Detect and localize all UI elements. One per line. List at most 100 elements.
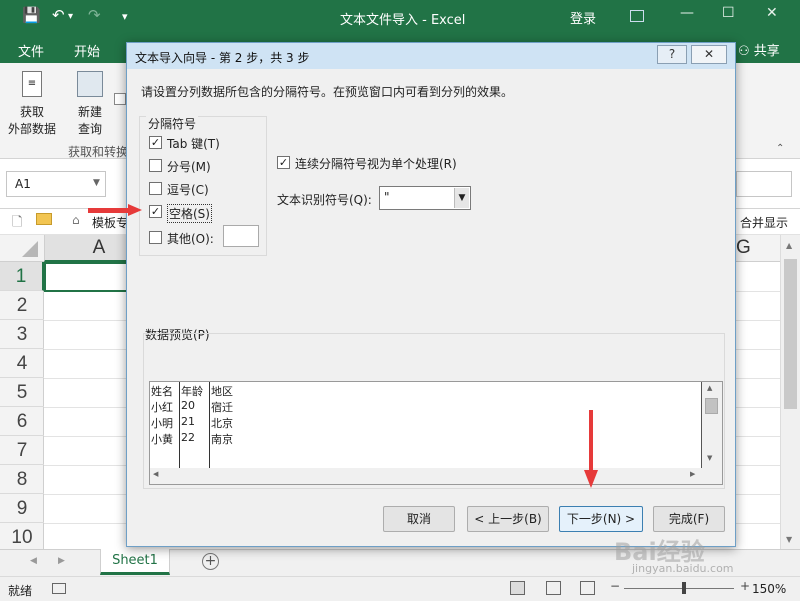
preview-cell: 小黄 [151, 433, 173, 446]
chevron-down-icon[interactable]: ▼ [93, 178, 100, 188]
text-qualifier-label: 文本识别符号(Q): [277, 193, 372, 207]
save-icon[interactable]: 💾 [22, 6, 41, 24]
space-checkbox[interactable]: ✓ [149, 205, 162, 218]
merge-display-link[interactable]: 合并显示 [740, 214, 788, 231]
row-header-9[interactable]: 9 [0, 494, 44, 523]
zoom-slider[interactable] [624, 588, 734, 589]
back-button[interactable]: < 上一步(B) [467, 506, 549, 532]
consecutive-checkbox[interactable]: ✓ [277, 156, 290, 169]
login-link[interactable]: 登录 [570, 8, 596, 27]
zoom-level[interactable]: 150% [752, 582, 786, 596]
text-qualifier-value: " [384, 190, 390, 204]
next-button[interactable]: 下一步(N) > [559, 506, 643, 532]
select-all-icon[interactable] [22, 241, 38, 257]
dialog-title: 文本导入向导 - 第 2 步，共 3 步 [135, 51, 310, 65]
page-break-icon[interactable] [580, 581, 595, 595]
tab-label[interactable]: Tab 键(T) [167, 135, 220, 152]
data-preview-table: 姓名 年龄 地区 小红 20 宿迁 小明 21 北京 小黄 22 南京 [150, 382, 702, 468]
row-header-2[interactable]: 2 [0, 291, 44, 320]
preview-hscroll[interactable]: ◀ ▶ [150, 468, 722, 484]
semicolon-label[interactable]: 分号(M) [167, 158, 211, 175]
preview-cell: 小红 [151, 401, 173, 414]
scroll-up-icon[interactable]: ▲ [707, 384, 712, 392]
row-header-6[interactable]: 6 [0, 407, 44, 436]
semicolon-checkbox[interactable] [149, 159, 162, 172]
space-label[interactable]: 空格(S) [167, 204, 212, 223]
other-checkbox[interactable] [149, 231, 162, 244]
table-small-icon[interactable] [114, 93, 126, 105]
dialog-close-button[interactable]: ✕ [691, 45, 727, 64]
chevron-down-icon[interactable]: ▼ [454, 188, 469, 208]
normal-view-icon[interactable] [510, 581, 525, 595]
name-box[interactable]: A1 ▼ [6, 171, 106, 197]
row-header-5[interactable]: 5 [0, 378, 44, 407]
add-sheet-icon[interactable]: + [202, 553, 219, 570]
other-delimiter-input[interactable] [223, 225, 259, 247]
file-icon[interactable]: 🗋 [12, 213, 22, 235]
row-header-3[interactable]: 3 [0, 320, 44, 349]
delimiter-group-label: 分隔符号 [146, 115, 199, 132]
zoom-out-icon[interactable]: − [610, 579, 620, 593]
preview-cell: 地区 [211, 385, 233, 398]
maximize-icon[interactable]: ☐ [722, 5, 735, 21]
vertical-scrollbar[interactable]: ▲ ▼ [780, 235, 800, 549]
comma-label[interactable]: 逗号(C) [167, 181, 209, 198]
minimize-icon[interactable]: — [680, 5, 694, 21]
new-query-button[interactable]: 新建 查询 [66, 69, 114, 139]
column-header-g[interactable]: G [736, 235, 780, 262]
redo-icon: ↷ [88, 6, 101, 24]
status-ready: 就绪 [8, 584, 33, 598]
person-icon: ⚇ [738, 44, 750, 59]
finish-button[interactable]: 完成(F) [653, 506, 725, 532]
annotation-arrow-shaft-down [589, 410, 593, 472]
scroll-left-icon[interactable]: ◀ [153, 470, 158, 478]
row-header-10[interactable]: 10 [0, 523, 44, 552]
help-button[interactable]: ? [657, 45, 687, 64]
zoom-in-icon[interactable]: + [740, 579, 750, 593]
scroll-right-icon[interactable]: ▶ [690, 470, 695, 478]
formula-input[interactable] [736, 171, 792, 197]
get-external-data-button[interactable]: ≡ 获取 外部数据 [4, 69, 60, 139]
dialog-title-bar: 文本导入向导 - 第 2 步，共 3 步 ? ✕ [127, 43, 735, 69]
row-header-4[interactable]: 4 [0, 349, 44, 378]
scroll-thumb[interactable] [705, 398, 718, 414]
scroll-thumb[interactable] [784, 259, 797, 409]
tab-home[interactable]: 开始 [74, 41, 100, 60]
scroll-down-icon[interactable]: ▼ [786, 535, 792, 544]
cancel-button[interactable]: 取消 [383, 506, 455, 532]
row-header-1[interactable]: 1 [0, 262, 44, 291]
preview-vscroll[interactable]: ▲ ▼ [702, 382, 722, 468]
zoom-slider-thumb[interactable] [682, 582, 686, 594]
other-label[interactable]: 其他(O): [167, 230, 214, 247]
folder-icon[interactable] [36, 213, 52, 225]
preview-cell: 21 [181, 415, 195, 428]
macro-record-icon[interactable] [52, 583, 66, 594]
sheet-tab-sheet1[interactable]: Sheet1 [100, 549, 170, 575]
template-link[interactable]: 模板专 [92, 214, 128, 231]
tab-file[interactable]: 文件 [18, 41, 44, 60]
home-icon[interactable]: ⌂ [72, 213, 80, 227]
page-layout-icon[interactable] [546, 581, 561, 595]
scroll-up-icon[interactable]: ▲ [786, 241, 792, 250]
preview-cell: 年龄 [181, 385, 203, 398]
row-header-7[interactable]: 7 [0, 436, 44, 465]
customize-toolbar-icon[interactable]: ▾ [122, 10, 128, 23]
undo-dropdown-icon[interactable]: ▾ [68, 11, 73, 22]
share-button[interactable]: ⚇ 共享 [738, 40, 780, 59]
undo-icon[interactable]: ↶ [52, 6, 65, 24]
collapse-ribbon-icon[interactable]: ⌃ [776, 143, 784, 154]
preview-cell: 20 [181, 399, 195, 412]
tab-checkbox[interactable]: ✓ [149, 136, 162, 149]
consecutive-label[interactable]: 连续分隔符号视为单个处理(R) [295, 155, 457, 172]
row-header-8[interactable]: 8 [0, 465, 44, 494]
ribbon-group-label: 获取和转换 [68, 145, 129, 159]
comma-checkbox[interactable] [149, 182, 162, 195]
status-bar: 就绪 − + 150% [0, 576, 800, 601]
text-qualifier-select[interactable]: " ▼ [379, 186, 471, 210]
prev-sheet-icon[interactable]: ◀ [30, 556, 37, 566]
next-sheet-icon[interactable]: ▶ [58, 556, 65, 566]
close-window-icon[interactable]: ✕ [766, 5, 778, 21]
data-preview-pane[interactable]: 姓名 年龄 地区 小红 20 宿迁 小明 21 北京 小黄 22 南京 ▲ ▼ ◀ ▶ [149, 381, 723, 485]
scroll-down-icon[interactable]: ▼ [707, 454, 712, 462]
ribbon-display-icon[interactable] [630, 10, 644, 22]
